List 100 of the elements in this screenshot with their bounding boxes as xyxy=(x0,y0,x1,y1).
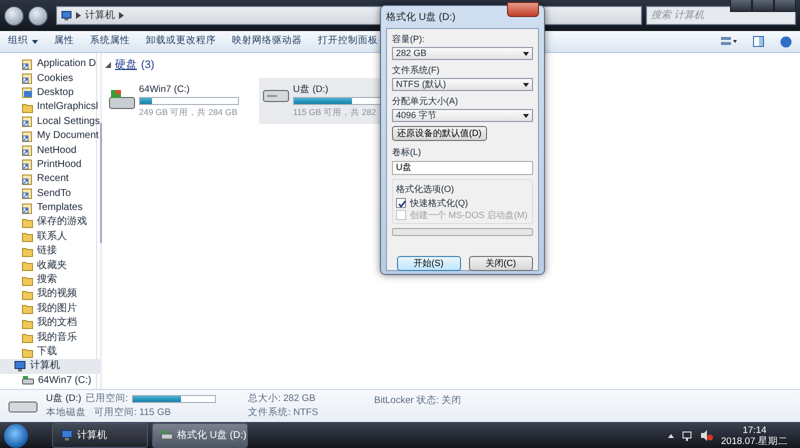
drive-icon xyxy=(22,375,34,386)
close-button[interactable] xyxy=(774,0,796,12)
chevron-icon xyxy=(76,12,81,19)
sidebar-item[interactable]: 64Win7 (C:) xyxy=(0,374,100,388)
sidebar-item[interactable]: 我的音乐 xyxy=(0,330,100,345)
view-options-icon[interactable] xyxy=(721,36,737,46)
dialog-button[interactable]: 关闭(C) xyxy=(468,256,533,270)
drive-tile[interactable]: 64Win7 (C:) 249 GB 可用，共 284 GB xyxy=(105,78,255,124)
desktop-folder-icon xyxy=(22,87,33,98)
sidebar-item[interactable]: 我的文档 xyxy=(0,316,100,330)
maximize-button[interactable] xyxy=(752,0,774,12)
sidebar-item[interactable]: IntelGraphicsl xyxy=(0,100,100,115)
restore-defaults-button[interactable]: 还原设备的默认值(D) xyxy=(392,126,486,141)
dialog-title: 格式化 U盘 (D:) xyxy=(386,10,456,24)
checkbox-label: 创建一个 MS-DOS 启动盘(M) xyxy=(410,208,528,220)
sidebar-item[interactable]: SendTo xyxy=(0,186,100,201)
toolbar-button[interactable]: 卸载或更改程序 xyxy=(138,34,224,49)
folder-icon xyxy=(22,231,33,242)
toolbar-button[interactable]: 属性 xyxy=(46,34,82,49)
folder-icon xyxy=(22,102,33,113)
toolbar-button[interactable]: 系统属性 xyxy=(82,34,138,49)
sidebar-item[interactable]: 联系人 xyxy=(0,230,100,244)
toolbar-button[interactable]: 打开控制面板 xyxy=(310,34,386,49)
free-space: 可用空间: 115 GB xyxy=(94,406,171,420)
drive-icon xyxy=(263,90,289,102)
sidebar-item[interactable]: 保存的游戏 xyxy=(0,215,100,230)
checkbox-label: 快速格式化(Q) xyxy=(410,196,468,208)
bitlocker-status: BitLocker 状态: 关闭 xyxy=(374,394,462,408)
toolbar-button[interactable]: 组织 xyxy=(0,34,46,49)
sidebar-item[interactable]: Local Settings xyxy=(0,114,100,129)
dialog-button[interactable]: 开始(S) xyxy=(396,256,460,270)
sidebar-item[interactable]: 收藏夹 xyxy=(0,258,100,273)
preview-pane-icon[interactable] xyxy=(753,36,764,47)
dropdown[interactable]: NTFS (默认) xyxy=(392,78,533,91)
checkbox[interactable] xyxy=(396,198,406,208)
drive-type: 本地磁盘 xyxy=(46,406,86,420)
drive-space-info: 115 GB 可用，共 282 xyxy=(293,106,376,118)
start-button[interactable] xyxy=(4,424,28,448)
collapse-triangle-icon[interactable] xyxy=(105,62,111,68)
sidebar-item[interactable]: 链接 xyxy=(0,244,100,258)
sidebar-item[interactable]: NetHood xyxy=(0,143,100,158)
sidebar-item[interactable]: Desktop xyxy=(0,86,100,100)
shortcut-folder-icon xyxy=(22,188,33,200)
shortcut-folder-icon xyxy=(22,130,33,142)
computer-icon xyxy=(61,430,73,441)
computer-icon xyxy=(14,360,26,372)
folder-icon xyxy=(22,274,33,286)
sidebar-item[interactable]: 我的视频 xyxy=(0,287,100,302)
clock[interactable]: 17:14 2018.07.星期二 xyxy=(721,424,788,446)
sidebar-item[interactable]: Cookies xyxy=(0,71,100,86)
toolbar-button[interactable]: 映射网络驱动器 xyxy=(224,34,310,49)
folder-icon xyxy=(22,260,33,272)
sidebar-item[interactable]: Recent xyxy=(0,172,100,187)
network-icon[interactable] xyxy=(682,430,694,440)
file-system: 文件系统: NTFS xyxy=(248,406,318,420)
group-title: 格式化选项(O) xyxy=(396,182,454,194)
group-title[interactable]: 硬盘 xyxy=(115,57,137,74)
sidebar-item[interactable]: 我的图片 xyxy=(0,302,100,316)
shortcut-folder-icon xyxy=(22,159,33,170)
back-button[interactable] xyxy=(4,6,24,26)
forward-button[interactable] xyxy=(28,6,48,26)
dropdown[interactable]: 4096 字节 xyxy=(392,109,533,122)
volume-label-field[interactable]: U盘 xyxy=(392,160,533,174)
folder-icon xyxy=(22,303,33,314)
close-button[interactable] xyxy=(507,2,539,17)
sidebar-item[interactable]: Application D xyxy=(0,57,100,72)
group-count: (3) xyxy=(141,58,154,73)
sidebar-item[interactable]: 搜索 xyxy=(0,272,100,288)
field-label: 文件系统(F) xyxy=(392,65,440,76)
sidebar-item[interactable]: Templates xyxy=(0,200,100,216)
sidebar-item[interactable]: My Document xyxy=(0,128,100,144)
scrollbar-thumb[interactable] xyxy=(100,123,102,243)
field-label: 容量(P): xyxy=(392,34,424,45)
dropdown[interactable]: 282 GB xyxy=(392,47,533,60)
shortcut-folder-icon xyxy=(22,73,33,84)
speaker-muted-icon[interactable] xyxy=(701,430,714,441)
shortcut-folder-icon xyxy=(22,58,33,70)
taskbar-button[interactable]: 计算机 xyxy=(52,423,148,448)
breadcrumb-item[interactable]: 计算机 xyxy=(85,8,115,23)
shortcut-folder-icon xyxy=(22,174,33,185)
field-label: 已用空间: xyxy=(85,392,128,406)
folder-icon xyxy=(22,288,33,300)
computer-icon xyxy=(61,10,72,20)
drive-name: 64Win7 (C:) xyxy=(139,82,190,96)
total-size: 总大小: 282 GB xyxy=(248,392,316,406)
folder-icon xyxy=(22,216,33,228)
tray-arrow-icon[interactable] xyxy=(668,434,674,438)
shortcut-folder-icon xyxy=(22,145,33,156)
chevron-icon xyxy=(119,12,124,19)
shortcut-folder-icon xyxy=(22,116,33,128)
field-label: 卷标(L) xyxy=(392,147,421,158)
sidebar-item[interactable]: 下载 xyxy=(0,344,100,360)
caret-icon xyxy=(32,40,38,44)
taskbar-button[interactable]: 格式化 U盘 (D:) xyxy=(152,423,248,448)
sidebar-item[interactable]: PrintHood xyxy=(0,158,100,172)
minimize-button[interactable] xyxy=(730,0,752,12)
drive-space-info: 249 GB 可用，共 284 GB xyxy=(139,106,238,118)
scrollbar[interactable] xyxy=(100,53,102,389)
folder-icon xyxy=(22,318,33,329)
sidebar-item[interactable]: 计算机 xyxy=(0,359,100,374)
